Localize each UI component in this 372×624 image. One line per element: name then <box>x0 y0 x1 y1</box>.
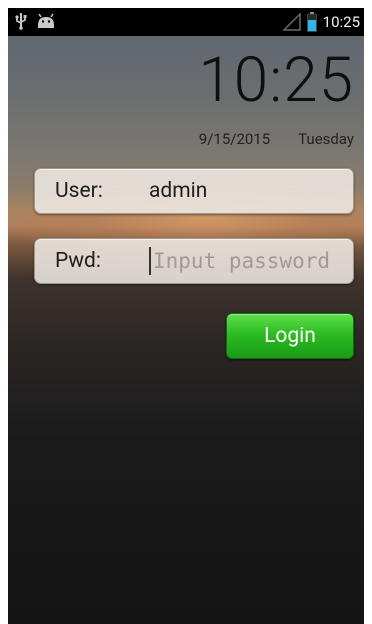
status-left-icons <box>14 12 56 30</box>
status-bar: 10:25 <box>8 8 364 36</box>
weekday-text: Tuesday <box>298 130 354 148</box>
text-caret <box>149 247 151 275</box>
user-label: User: <box>55 179 103 203</box>
status-time: 10:25 <box>322 13 360 31</box>
battery-icon <box>306 12 317 32</box>
user-input[interactable]: admin <box>149 179 207 203</box>
date-text: 9/15/2015 <box>198 130 271 148</box>
password-field[interactable]: Pwd: Input password <box>34 238 354 284</box>
phone-screen: 10:25 10:25 9/15/2015 Tuesday User: admi… <box>8 8 364 624</box>
usb-icon <box>14 12 28 30</box>
user-field[interactable]: User: admin <box>34 168 354 214</box>
date-row: 9/15/2015 Tuesday <box>199 130 354 148</box>
password-input[interactable]: Input password <box>153 249 343 273</box>
login-button[interactable]: Login <box>226 313 354 359</box>
signal-icon <box>282 13 301 31</box>
pwd-label: Pwd: <box>55 249 101 273</box>
status-right: 10:25 <box>282 12 360 32</box>
lock-clock: 10:25 <box>198 44 354 117</box>
android-icon <box>36 13 56 29</box>
